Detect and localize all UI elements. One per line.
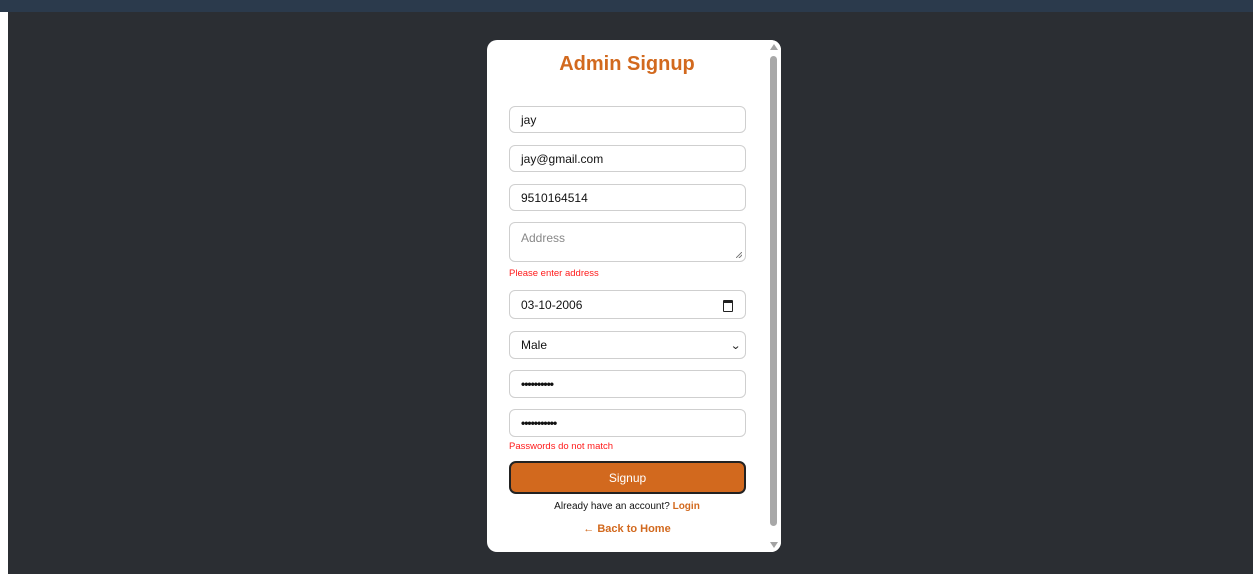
back-to-home-link[interactable]: ← Back to Home xyxy=(487,523,767,535)
address-field[interactable]: Address xyxy=(509,222,746,262)
signup-card: Admin Signup jay jay@gmail.com 951016451… xyxy=(487,40,781,552)
dob-field[interactable]: 03-10-2006 xyxy=(509,290,746,319)
address-placeholder: Address xyxy=(521,231,566,245)
password-field-mask: •••••••••• xyxy=(521,377,554,391)
password-error: Passwords do not match xyxy=(509,441,614,452)
address-error: Please enter address xyxy=(509,268,599,279)
login-link[interactable]: Login xyxy=(673,501,700,512)
gender-select-value: Male xyxy=(521,338,548,352)
name-field[interactable]: jay xyxy=(509,106,746,133)
scroll-down-arrow-icon[interactable] xyxy=(770,542,778,548)
signup-button[interactable]: Signup xyxy=(509,461,746,494)
phone-field[interactable]: 9510164514 xyxy=(509,184,746,211)
login-prompt-line: Already have an account? Login xyxy=(487,501,767,512)
card-scrollbar[interactable] xyxy=(767,40,781,552)
email-field[interactable]: jay@gmail.com xyxy=(509,145,746,172)
dob-field-value: 03-10-2006 xyxy=(521,297,583,312)
chevron-down-icon: ⌄ xyxy=(729,340,741,352)
password-field[interactable]: •••••••••• xyxy=(509,370,746,398)
confirm-password-field-mask: ••••••••••• xyxy=(521,416,557,430)
scrollbar-thumb[interactable] xyxy=(770,56,777,526)
phone-field-value: 9510164514 xyxy=(521,190,588,205)
name-field-value: jay xyxy=(521,112,537,127)
gender-select[interactable]: Male ⌄ xyxy=(509,331,746,359)
login-prompt-text: Already have an account? xyxy=(554,501,670,512)
resize-grip-icon[interactable] xyxy=(736,252,742,258)
calendar-icon[interactable] xyxy=(723,300,733,312)
scroll-up-arrow-icon[interactable] xyxy=(770,44,778,50)
page-title: Admin Signup xyxy=(559,53,695,75)
top-header-strip xyxy=(0,0,1253,12)
email-field-value: jay@gmail.com xyxy=(521,151,604,166)
confirm-password-field[interactable]: ••••••••••• xyxy=(509,409,746,437)
